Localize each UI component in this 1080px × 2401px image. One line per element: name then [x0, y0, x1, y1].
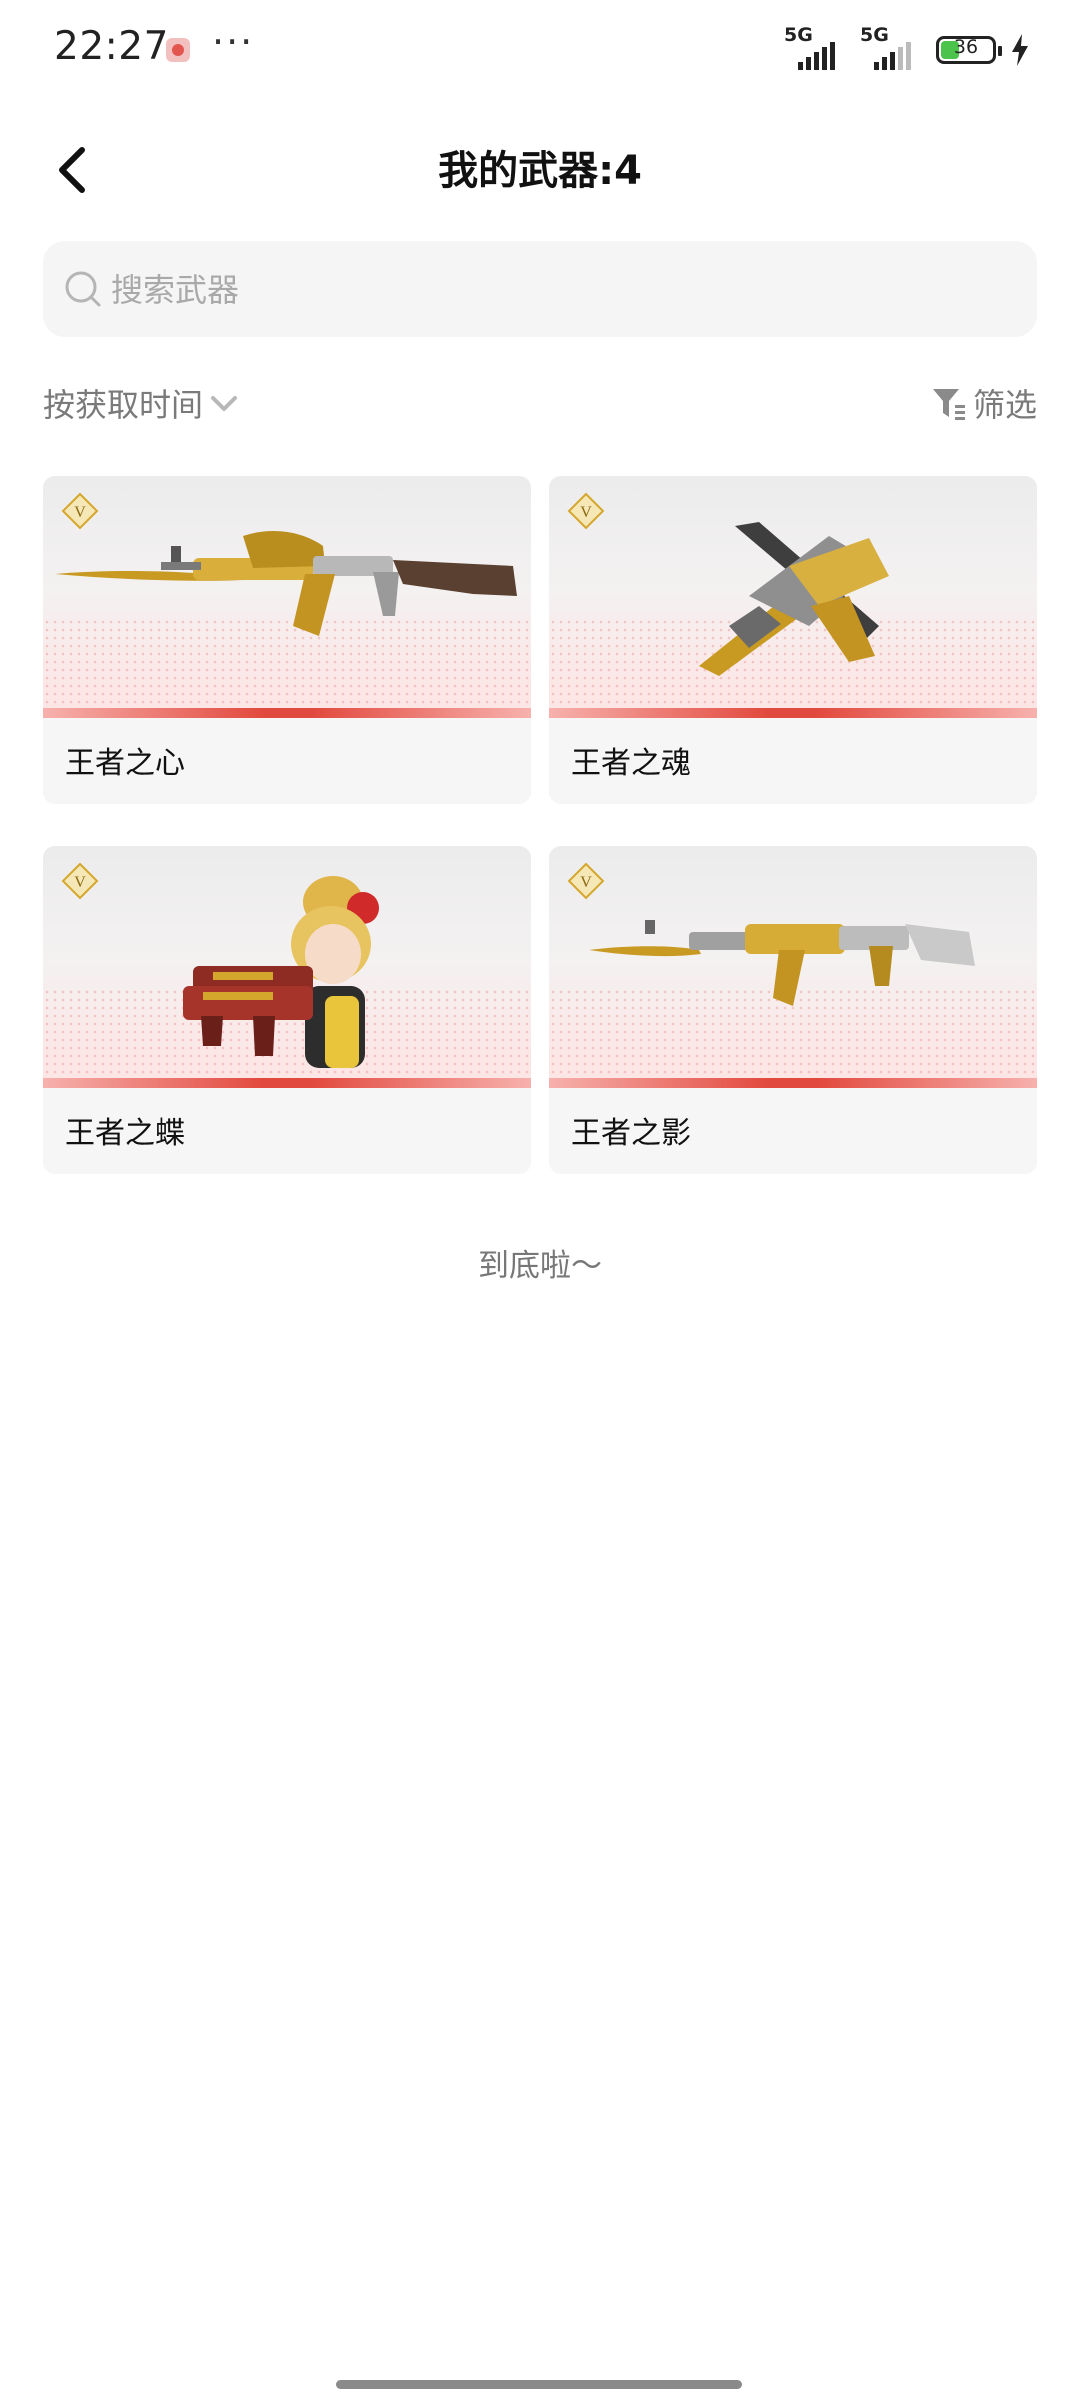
svg-text:V: V	[580, 874, 592, 891]
vip-badge-icon: V	[567, 492, 605, 530]
home-indicator[interactable]	[336, 2380, 742, 2389]
weapon-list-page: 22:27 ··· 5G 5G 36 我的武器:4 搜索武器 按获取时间 筛选 …	[0, 0, 1080, 2401]
status-time: 22:27	[54, 24, 169, 69]
search-icon	[65, 271, 101, 307]
search-input[interactable]	[109, 259, 993, 321]
weapon-card[interactable]: V 王者之影	[549, 846, 1037, 1174]
weapon-card[interactable]: V 王者之蝶	[43, 846, 531, 1174]
more-notifications-icon: ···	[212, 20, 255, 64]
golden-rifle-with-blade-image	[55, 531, 517, 636]
filter-button[interactable]: 筛选	[931, 376, 1037, 430]
filter-icon	[932, 389, 965, 420]
weapon-grid: V 王者之心 V 王者之魂 V 王者之蝶 V 王者之影	[43, 476, 1037, 1174]
signal-sim2-icon: 5G	[860, 24, 922, 72]
sort-label: 按获取时间	[43, 386, 204, 424]
end-of-list-text: 到底啦～	[478, 1248, 602, 1284]
weapon-name: 王者之影	[571, 1116, 691, 1151]
weapon-thumbnail: V	[549, 476, 1037, 718]
weapon-thumbnail: V	[43, 846, 531, 1088]
weapon-card[interactable]: V 王者之心	[43, 476, 531, 804]
signal-sim1-icon: 5G	[784, 24, 846, 72]
svg-text:V: V	[74, 874, 86, 891]
weapon-name: 王者之心	[65, 746, 185, 781]
weapon-card[interactable]: V 王者之魂	[549, 476, 1037, 804]
weapon-thumbnail: V	[549, 846, 1037, 1088]
rarity-bar	[43, 1078, 531, 1088]
filter-label: 筛选	[972, 386, 1037, 424]
vip-badge-icon: V	[61, 862, 99, 900]
battery-icon: 36	[936, 36, 1002, 64]
vip-badge-icon: V	[567, 862, 605, 900]
battery-level: 36	[953, 36, 979, 58]
chevron-down-icon	[211, 396, 238, 411]
weapon-name: 王者之蝶	[65, 1116, 185, 1151]
svg-text:V: V	[74, 504, 86, 521]
weapon-thumbnail: V	[43, 476, 531, 718]
charging-icon	[1012, 34, 1028, 66]
sort-dropdown[interactable]: 按获取时间	[43, 376, 241, 430]
svg-text:V: V	[580, 504, 592, 521]
status-indicators: 5G 5G 36	[784, 24, 1030, 72]
rarity-bar	[43, 708, 531, 718]
golden-assault-rifle-image	[589, 920, 975, 1006]
weapon-name: 王者之魂	[571, 746, 691, 781]
search-bar[interactable]	[43, 241, 1037, 337]
vip-badge-icon: V	[61, 492, 99, 530]
app-notification-icon	[166, 38, 190, 62]
rarity-bar	[549, 1078, 1037, 1088]
character-with-dual-smgs-image	[183, 876, 379, 1068]
golden-pistol-with-blade-image	[699, 522, 889, 676]
status-bar: 22:27 ··· 5G 5G 36	[0, 0, 1080, 100]
page-title: 我的武器:4	[438, 148, 642, 194]
rarity-bar	[549, 708, 1037, 718]
